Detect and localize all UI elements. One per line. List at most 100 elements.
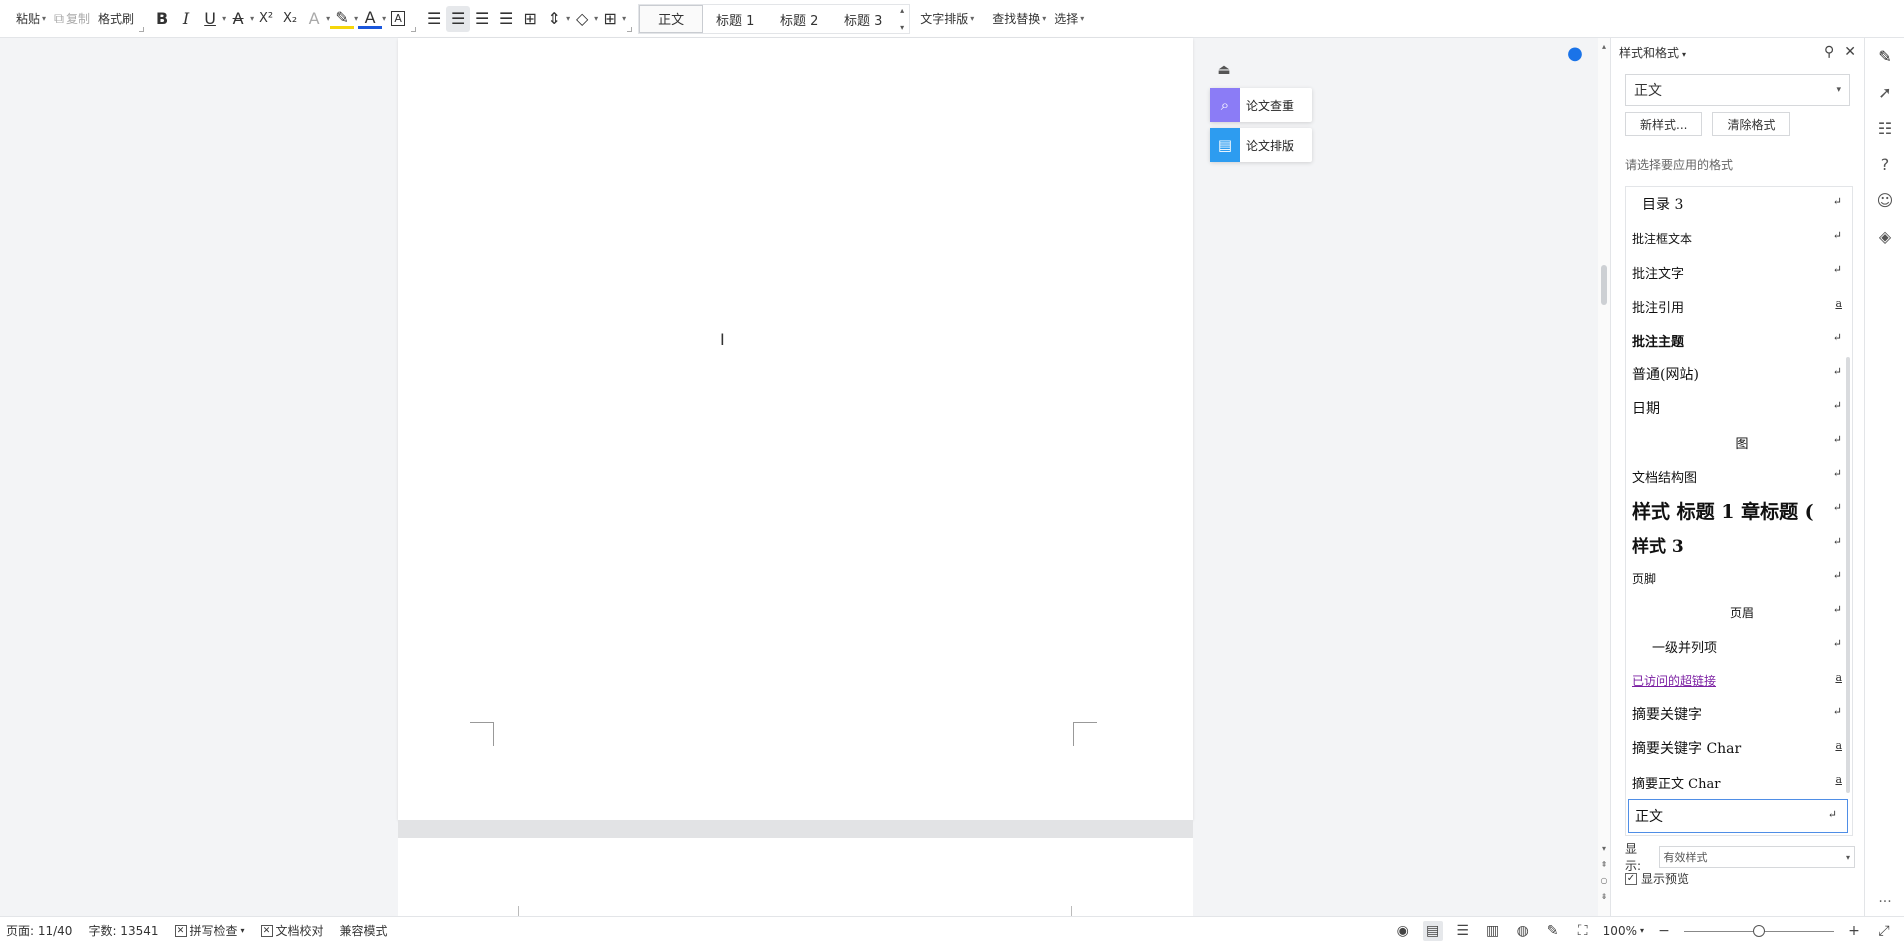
collapse-tools-icon[interactable]: ⏏ <box>1212 58 1236 82</box>
shading-icon[interactable]: ◇ <box>570 6 594 32</box>
styles-pen-icon[interactable]: ✎ <box>1865 38 1904 74</box>
chevron-up-icon[interactable]: ▴ <box>900 6 904 15</box>
highlight-button[interactable]: ✎ <box>330 8 355 29</box>
style-list-item[interactable]: 图 ↵ <box>1626 425 1852 459</box>
panel-title[interactable]: 样式和格式 ▾ <box>1619 44 1686 61</box>
italic-button[interactable]: I <box>174 6 198 32</box>
new-style-button[interactable]: 新样式... <box>1625 112 1703 136</box>
fit-window-icon[interactable]: ⛶ <box>1573 921 1593 941</box>
style-list-item[interactable]: 目录 3 ↵ <box>1626 187 1852 221</box>
style-list-item[interactable]: 批注文字 ↵ <box>1626 255 1852 289</box>
style-list-item[interactable]: 摘要正文 Char a <box>1626 765 1852 799</box>
select-browse-icon[interactable]: ○ <box>1598 876 1610 885</box>
select-pointer-icon[interactable]: ➚ <box>1865 74 1904 110</box>
show-preview-checkbox[interactable]: ✓ <box>1625 872 1637 885</box>
subscript-button[interactable]: X₂ <box>278 6 302 32</box>
gallery-scroll[interactable]: ▴ ▾ <box>895 5 909 33</box>
align-center-icon[interactable]: ☰ <box>446 5 471 32</box>
document-page-next[interactable] <box>398 838 1193 916</box>
bold-button[interactable]: B <box>150 6 174 32</box>
style-list-item[interactable]: 页眉 ↵ <box>1626 595 1852 629</box>
fullscreen-icon[interactable]: ⤢ <box>1874 921 1894 941</box>
prev-page-icon[interactable]: ⇞ <box>1598 860 1610 869</box>
write-view-icon[interactable]: ✎ <box>1543 921 1563 941</box>
style-list-item[interactable]: 摘要关键字 ↵ <box>1626 697 1852 731</box>
close-icon[interactable]: ✕ <box>1844 44 1856 60</box>
style-cell[interactable]: 标题 1 <box>703 5 767 33</box>
style-list-item[interactable]: 文档结构图 ↵ <box>1626 459 1852 493</box>
style-list-item[interactable]: 摘要关键字 Char a <box>1626 731 1852 765</box>
select-button[interactable]: 选择 ▾ <box>1050 6 1088 32</box>
next-page-icon[interactable]: ⇟ <box>1598 892 1610 901</box>
strikethrough-button[interactable]: A <box>226 6 250 32</box>
zoom-knob[interactable] <box>1753 924 1765 937</box>
doc-proof-button[interactable]: ✕ 文档校对 <box>260 922 324 939</box>
current-style-select[interactable]: 正文 ▾ <box>1625 74 1850 106</box>
scroll-up-icon[interactable]: ▴ <box>1598 42 1610 51</box>
zoom-slider[interactable] <box>1684 924 1834 937</box>
more-icon[interactable]: ··· <box>1865 894 1904 910</box>
style-list-item[interactable]: 普通(网站) ↵ <box>1626 357 1852 391</box>
style-list-item[interactable]: 样式 标题 1 章标题 (↵ <box>1626 493 1852 527</box>
word-count[interactable]: 字数: 13541 <box>88 922 158 939</box>
distribute-icon[interactable]: ⊞ <box>518 6 542 32</box>
paper-check-button[interactable]: ⌕ 论文查重 <box>1210 88 1312 122</box>
chevron-down-icon[interactable]: ▾ <box>622 14 626 23</box>
style-list-item[interactable]: 批注主题 ↵ <box>1626 323 1852 357</box>
zoom-out-icon[interactable]: − <box>1654 921 1674 941</box>
justify-icon[interactable]: ☰ <box>494 6 518 32</box>
help-icon[interactable]: ? <box>1865 146 1904 182</box>
location-pin-icon[interactable]: ● <box>1560 38 1590 68</box>
page-view-icon[interactable]: ▤ <box>1422 920 1443 941</box>
style-list-item[interactable]: 批注框文本 ↵ <box>1626 221 1852 255</box>
zoom-level[interactable]: 100% ▾ <box>1603 924 1644 938</box>
eye-protection-icon[interactable]: ◉ <box>1393 921 1413 941</box>
char-border-button[interactable]: A <box>386 6 410 32</box>
style-list[interactable]: 目录 3 ↵ 批注框文本 ↵ 批注文字 ↵ 批注引用 a 批注主题 ↵ 普通(网站) ↵ 日期 ↵ 图 ↵ 文档… <box>1625 186 1853 836</box>
outline-view-icon[interactable]: ☰ <box>1453 921 1473 941</box>
adjust-sliders-icon[interactable]: ☷ <box>1865 110 1904 146</box>
copy-button[interactable]: ⧉ 复制 <box>50 6 94 32</box>
text-effect-button[interactable]: A <box>302 6 326 32</box>
document-page[interactable]: I <box>398 38 1193 820</box>
scrollbar-thumb[interactable] <box>1601 265 1607 305</box>
paper-format-button[interactable]: ▤ 论文排版 <box>1210 128 1312 162</box>
share-icon[interactable]: ◈ <box>1865 218 1904 254</box>
style-list-item[interactable]: 日期 ↵ <box>1626 391 1852 425</box>
style-list-item[interactable]: 已访问的超链接 a <box>1626 663 1852 697</box>
document-scrollbar[interactable]: ▴ ▾ ⇞ ○ ⇟ <box>1598 38 1610 916</box>
align-left-icon[interactable]: ☰ <box>422 6 446 32</box>
style-cell[interactable]: 标题 2 <box>767 5 831 33</box>
line-spacing-icon[interactable]: ⇕ <box>542 6 566 32</box>
assistant-icon[interactable]: ☺ <box>1865 182 1904 218</box>
zoom-in-icon[interactable]: + <box>1844 921 1864 941</box>
borders-icon[interactable]: ⊞ <box>598 6 622 32</box>
web-view-icon[interactable]: ◍ <box>1513 921 1533 941</box>
document-canvas[interactable]: I ⏏ ⌕ 论文查重 ▤ 论文排版 ● <box>0 38 1598 916</box>
reading-view-icon[interactable]: ▥ <box>1483 921 1503 941</box>
find-replace-button[interactable]: 查找替换 ▾ <box>988 6 1050 32</box>
style-list-item[interactable]: 一级并列项 ↵ <box>1626 629 1852 663</box>
clear-format-button[interactable]: 清除格式 <box>1712 112 1791 136</box>
font-color-button[interactable]: A <box>358 8 383 29</box>
style-list-item[interactable]: 页脚 ↵ <box>1626 561 1852 595</box>
pin-icon[interactable]: ⚲ <box>1824 44 1834 60</box>
style-cell[interactable]: 正文 <box>639 4 704 33</box>
text-layout-button[interactable]: 文字排版 ▾ <box>916 6 978 32</box>
align-right-icon[interactable]: ☰ <box>470 6 494 32</box>
format-painter-button[interactable]: 格式刷 <box>94 6 138 32</box>
style-cell[interactable]: 标题 3 <box>831 5 895 33</box>
display-filter-select[interactable]: 有效样式 ▾ <box>1658 846 1855 868</box>
page-indicator[interactable]: 页面: 11/40 <box>6 922 72 939</box>
show-preview-row[interactable]: ✓ 显示预览 <box>1625 870 1689 887</box>
chevron-down-icon[interactable]: ▾ <box>900 23 904 32</box>
style-list-scrollbar[interactable] <box>1846 357 1850 793</box>
superscript-button[interactable]: X² <box>254 6 278 32</box>
spell-check-button[interactable]: ✕ 拼写检查 ▾ <box>174 922 245 939</box>
underline-button[interactable]: U <box>198 6 222 32</box>
style-list-item[interactable]: 样式 3 ↵ <box>1626 527 1852 561</box>
style-list-item[interactable]: 正文 ↵ <box>1628 799 1848 833</box>
paste-button[interactable]: 粘贴 ▾ <box>12 6 50 32</box>
style-list-item[interactable]: 批注引用 a <box>1626 289 1852 323</box>
scroll-down-icon[interactable]: ▾ <box>1598 844 1610 853</box>
